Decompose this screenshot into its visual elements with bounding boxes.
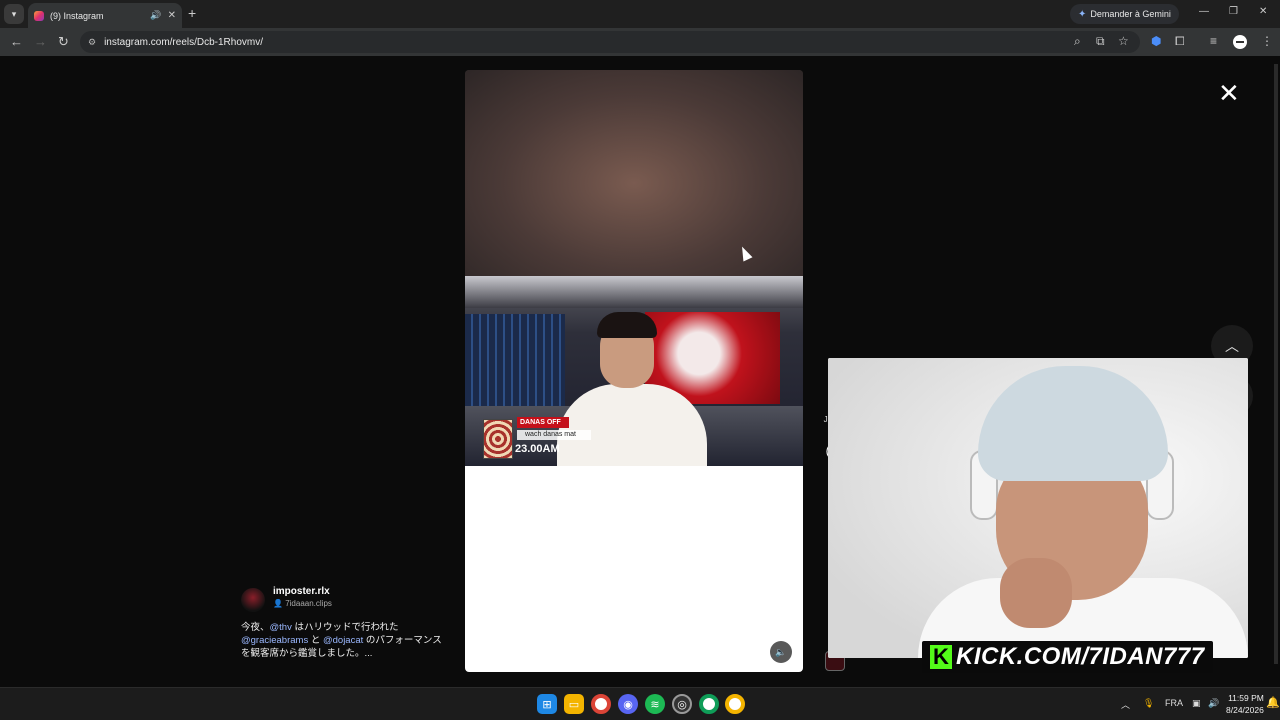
chevron-up-icon: ︿ — [1225, 338, 1239, 354]
collab-account[interactable]: 👤 7idaaan.clips — [273, 599, 332, 608]
tab-title: (9) Instagram — [50, 10, 104, 21]
author-avatar[interactable] — [241, 588, 265, 612]
gemini-sparkle-icon: ✦ — [1078, 8, 1087, 20]
extensions-puzzle-icon[interactable]: ⧠ — [1175, 34, 1185, 49]
reel-blurred-top — [465, 70, 803, 276]
clock-date: 8/24/2026 — [1226, 705, 1264, 715]
address-bar[interactable]: ⚙ instagram.com/reels/Dcb-1Rhovmv/ — [80, 31, 1140, 53]
streamer-webcam — [828, 358, 1248, 658]
window-minimize-icon[interactable]: — — [1199, 6, 1209, 17]
lower-third-time: 23.00AM — [515, 443, 560, 455]
caption-text: はハリウッドで行われた — [291, 622, 399, 633]
lower-third-avatar — [483, 419, 513, 459]
mute-button[interactable]: 🔈 — [770, 641, 792, 663]
collab-name: 7idaaan.clips — [285, 599, 332, 608]
window-restore-icon[interactable]: ❐ — [1229, 6, 1238, 17]
close-reel-icon[interactable]: ✕ — [1218, 78, 1240, 109]
instagram-favicon-icon — [34, 10, 44, 21]
spotify-icon[interactable]: ≋ — [645, 694, 665, 714]
window-close-icon[interactable]: ✕ — [1259, 6, 1267, 17]
extension-shield-icon[interactable]: ⬢ — [1151, 34, 1161, 48]
file-explorer-icon[interactable]: ▭ — [564, 694, 584, 714]
tab-instagram[interactable]: (9) Instagram 🔊 ✕ — [28, 3, 182, 28]
anchor-hair — [597, 312, 657, 338]
reels-viewport: DANAS OFF wach danas mat 23.00AM 🔈 ♡ J'a… — [0, 56, 1280, 687]
media-controls-icon[interactable]: ≡ — [1210, 34, 1217, 48]
caption-text: 今夜、 — [241, 622, 270, 633]
speaker-icon: 🔈 — [775, 646, 787, 657]
mention-link[interactable]: @dojacat — [323, 635, 363, 646]
reel-author[interactable]: imposter.rlx 👤 7idaaan.clips — [241, 586, 471, 616]
bookmark-star-icon[interactable]: ☆ — [1118, 34, 1129, 48]
mention-link[interactable]: @thv — [270, 622, 292, 633]
gemini-label: Demander à Gemini — [1090, 9, 1171, 19]
author-username[interactable]: imposter.rlx — [273, 586, 330, 597]
lower-third-tag: DANAS OFF — [517, 417, 569, 428]
obs-icon[interactable]: ◎ — [672, 694, 692, 714]
chrome-icon[interactable] — [591, 694, 611, 714]
profile-avatar-icon[interactable] — [1233, 35, 1247, 49]
windows-start-icon[interactable]: ⊞ — [537, 694, 557, 714]
kick-channel-banner: K KICK.COM/7IDAN777 — [922, 641, 1213, 673]
caption-text: と — [308, 635, 323, 646]
system-clock[interactable]: 11:59 PM 8/24/2026 — [1226, 692, 1264, 716]
network-icon[interactable]: ▣ — [1192, 698, 1201, 709]
gemini-button[interactable]: ✦ Demander à Gemini — [1070, 4, 1179, 24]
reel-caption: 今夜、@thv はハリウッドで行われた @gracieabrams と @doj… — [241, 621, 446, 660]
site-info-icon[interactable]: ⚙ — [88, 37, 96, 48]
zoom-icon[interactable]: ⌕ — [1074, 34, 1081, 49]
notification-bell-icon[interactable]: 🔔 — [1266, 696, 1280, 709]
tab-close-icon[interactable]: ✕ — [168, 10, 176, 21]
tab-audio-icon[interactable]: 🔊 — [150, 10, 161, 21]
browser-menu-icon[interactable]: ⋮ — [1261, 34, 1273, 48]
install-app-icon[interactable]: ⧉ — [1096, 34, 1105, 49]
reload-icon[interactable]: ↻ — [58, 34, 69, 50]
city-backdrop — [465, 314, 565, 414]
windows-taskbar: ⊞ ▭ ◉ ≋ ◎ ︿ 🎙 FRA ▣ 🔊 11:59 PM 8/24/2026… — [0, 687, 1280, 720]
browser-tab-bar: ▾ (9) Instagram 🔊 ✕ + ✦ Demander à Gemin… — [0, 0, 1280, 28]
back-arrow-icon[interactable]: ← — [10, 34, 23, 49]
input-language[interactable]: FRA — [1165, 698, 1183, 708]
news-lower-third: DANAS OFF wach danas mat 23.00AM — [477, 415, 593, 461]
new-tab-icon[interactable]: + — [188, 5, 196, 21]
page-scrollbar[interactable] — [1274, 64, 1278, 664]
microphone-icon[interactable]: 🎙 — [1143, 698, 1154, 709]
tray-overflow-icon[interactable]: ︿ — [1121, 698, 1130, 711]
clock-time: 11:59 PM — [1228, 693, 1264, 703]
person-icon: 👤 — [273, 599, 286, 608]
browser-toolbar: ← → ↻ ⚙ instagram.com/reels/Dcb-1Rhovmv/… — [0, 28, 1280, 56]
forward-arrow-icon[interactable]: → — [34, 34, 47, 49]
chrome-profile-icon[interactable] — [699, 694, 719, 714]
kick-logo-icon: K — [930, 645, 952, 669]
discord-icon[interactable]: ◉ — [618, 694, 638, 714]
tab-list-dropdown-icon[interactable]: ▾ — [4, 4, 24, 24]
volume-icon[interactable]: 🔊 — [1208, 698, 1219, 709]
url-text: instagram.com/reels/Dcb-1Rhovmv/ — [104, 36, 264, 48]
chrome-active-icon[interactable] — [725, 694, 745, 714]
mention-link[interactable]: @gracieabrams — [241, 635, 308, 646]
reel-video[interactable]: DANAS OFF wach danas mat 23.00AM 🔈 — [465, 70, 803, 672]
streamer-hand — [1000, 558, 1072, 628]
studio-ceiling — [465, 276, 803, 308]
kick-url: KICK.COM/7IDAN777 — [956, 643, 1205, 670]
news-studio-scene: DANAS OFF wach danas mat 23.00AM — [465, 276, 803, 466]
lower-third-subtitle: wach danas mat — [517, 430, 591, 440]
